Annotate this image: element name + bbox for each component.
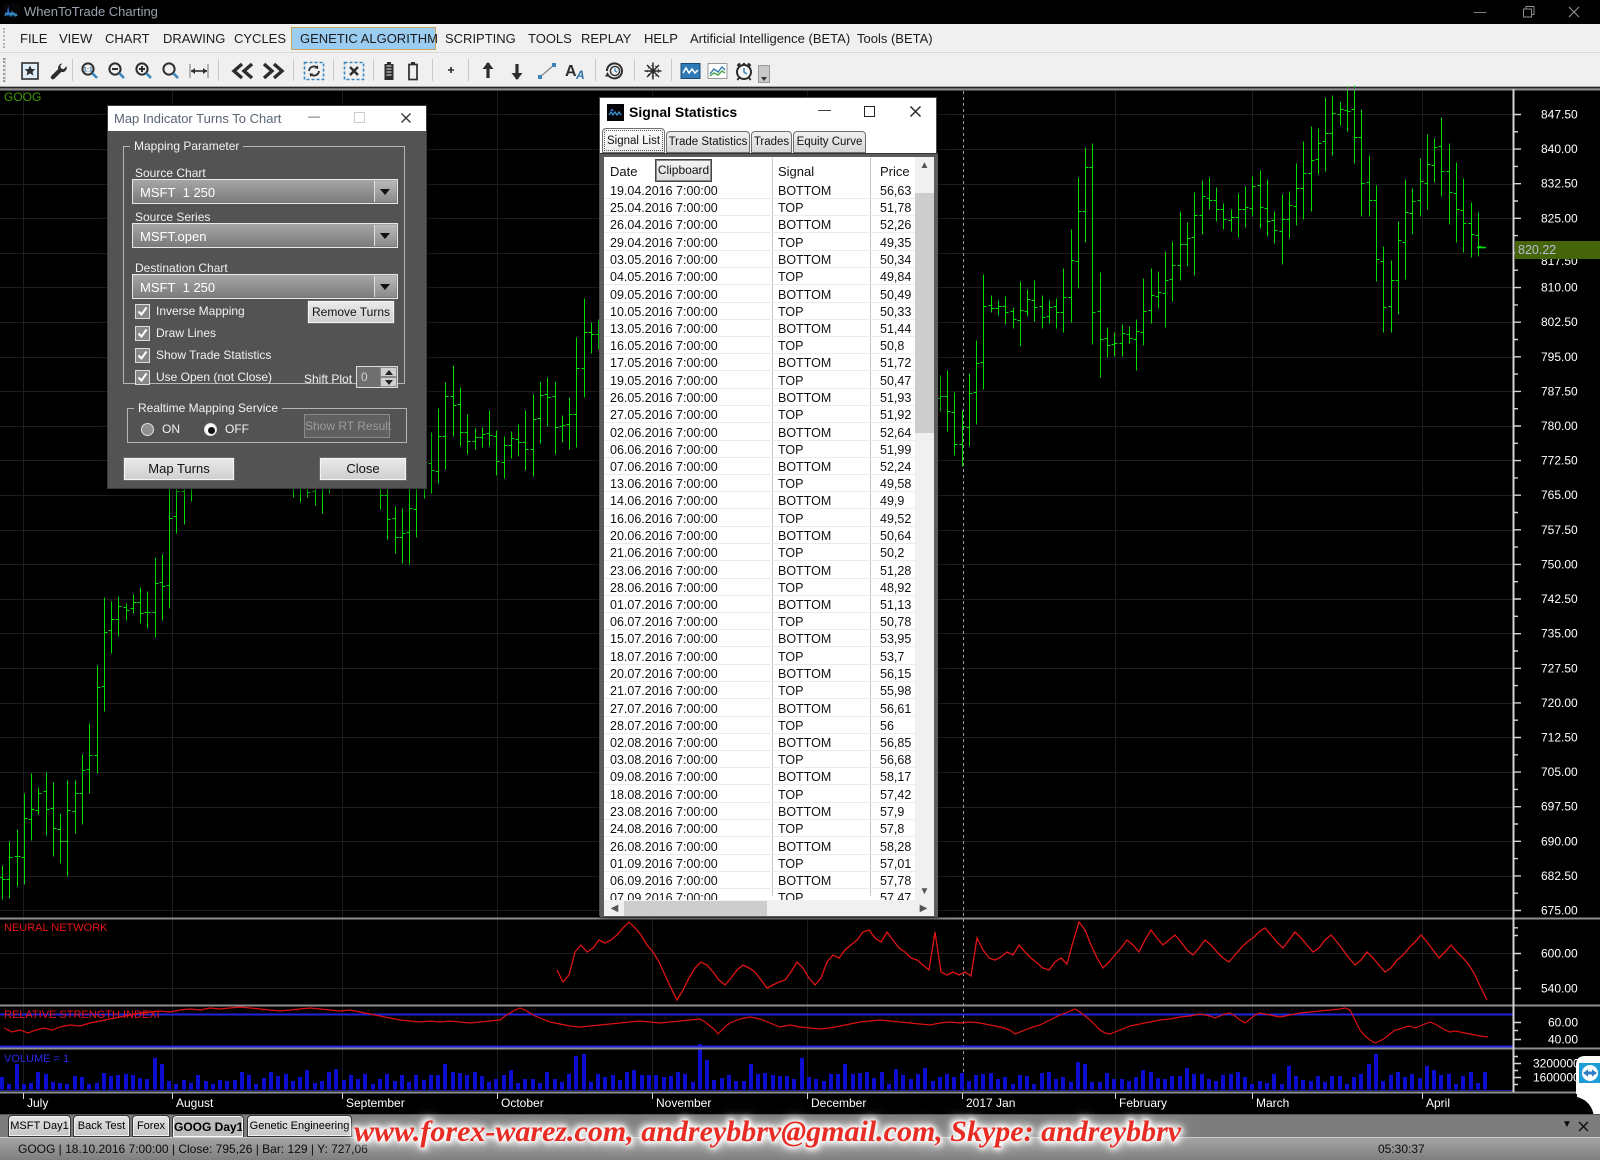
svg-text:810.00: 810.00 xyxy=(1541,281,1578,295)
svg-text:VOLUME = 1: VOLUME = 1 xyxy=(4,1053,69,1065)
svg-text:3200000: 3200000 xyxy=(1533,1057,1580,1071)
svg-text:March: March xyxy=(1256,1096,1289,1110)
svg-text:February: February xyxy=(1119,1096,1167,1110)
svg-text:780.00: 780.00 xyxy=(1541,419,1578,433)
svg-text:540.00: 540.00 xyxy=(1541,982,1578,996)
svg-text:697.50: 697.50 xyxy=(1541,800,1578,814)
svg-text:December: December xyxy=(811,1096,866,1110)
svg-text:705.00: 705.00 xyxy=(1541,765,1578,779)
svg-text:720.00: 720.00 xyxy=(1541,696,1578,710)
svg-text:840.00: 840.00 xyxy=(1541,142,1578,156)
svg-text:August: August xyxy=(176,1096,214,1110)
svg-text:750.00: 750.00 xyxy=(1541,557,1578,571)
svg-text:682.50: 682.50 xyxy=(1541,869,1578,883)
svg-text:NEURAL NETWORK: NEURAL NETWORK xyxy=(4,922,108,934)
svg-text:September: September xyxy=(346,1096,405,1110)
svg-text:GOOG: GOOG xyxy=(4,90,41,104)
svg-text:820.22: 820.22 xyxy=(1518,243,1556,257)
svg-text:802.50: 802.50 xyxy=(1541,315,1578,329)
svg-text:727.50: 727.50 xyxy=(1541,661,1578,675)
svg-text:RELATIVE STRENGTH INDEXI: RELATIVE STRENGTH INDEXI xyxy=(4,1009,160,1021)
svg-text:600.00: 600.00 xyxy=(1541,947,1578,961)
svg-text:712.50: 712.50 xyxy=(1541,731,1578,745)
svg-text:735.00: 735.00 xyxy=(1541,627,1578,641)
svg-text:765.00: 765.00 xyxy=(1541,488,1578,502)
svg-text:742.50: 742.50 xyxy=(1541,592,1578,606)
svg-text:60.00: 60.00 xyxy=(1548,1016,1578,1030)
svg-text:832.50: 832.50 xyxy=(1541,177,1578,191)
svg-text:757.50: 757.50 xyxy=(1541,523,1578,537)
svg-text:795.00: 795.00 xyxy=(1541,350,1578,364)
svg-text:October: October xyxy=(501,1096,544,1110)
svg-text:690.00: 690.00 xyxy=(1541,834,1578,848)
svg-text:847.50: 847.50 xyxy=(1541,108,1578,122)
svg-text:825.00: 825.00 xyxy=(1541,211,1578,225)
svg-text:787.50: 787.50 xyxy=(1541,384,1578,398)
svg-text:1600000: 1600000 xyxy=(1533,1071,1580,1085)
svg-text:July: July xyxy=(27,1096,48,1110)
svg-text:April: April xyxy=(1426,1096,1450,1110)
svg-text:November: November xyxy=(656,1096,711,1110)
svg-text:2017 Jan: 2017 Jan xyxy=(966,1096,1015,1110)
svg-text:675.00: 675.00 xyxy=(1541,904,1578,918)
svg-text:772.50: 772.50 xyxy=(1541,454,1578,468)
svg-text:40.00: 40.00 xyxy=(1548,1033,1578,1047)
